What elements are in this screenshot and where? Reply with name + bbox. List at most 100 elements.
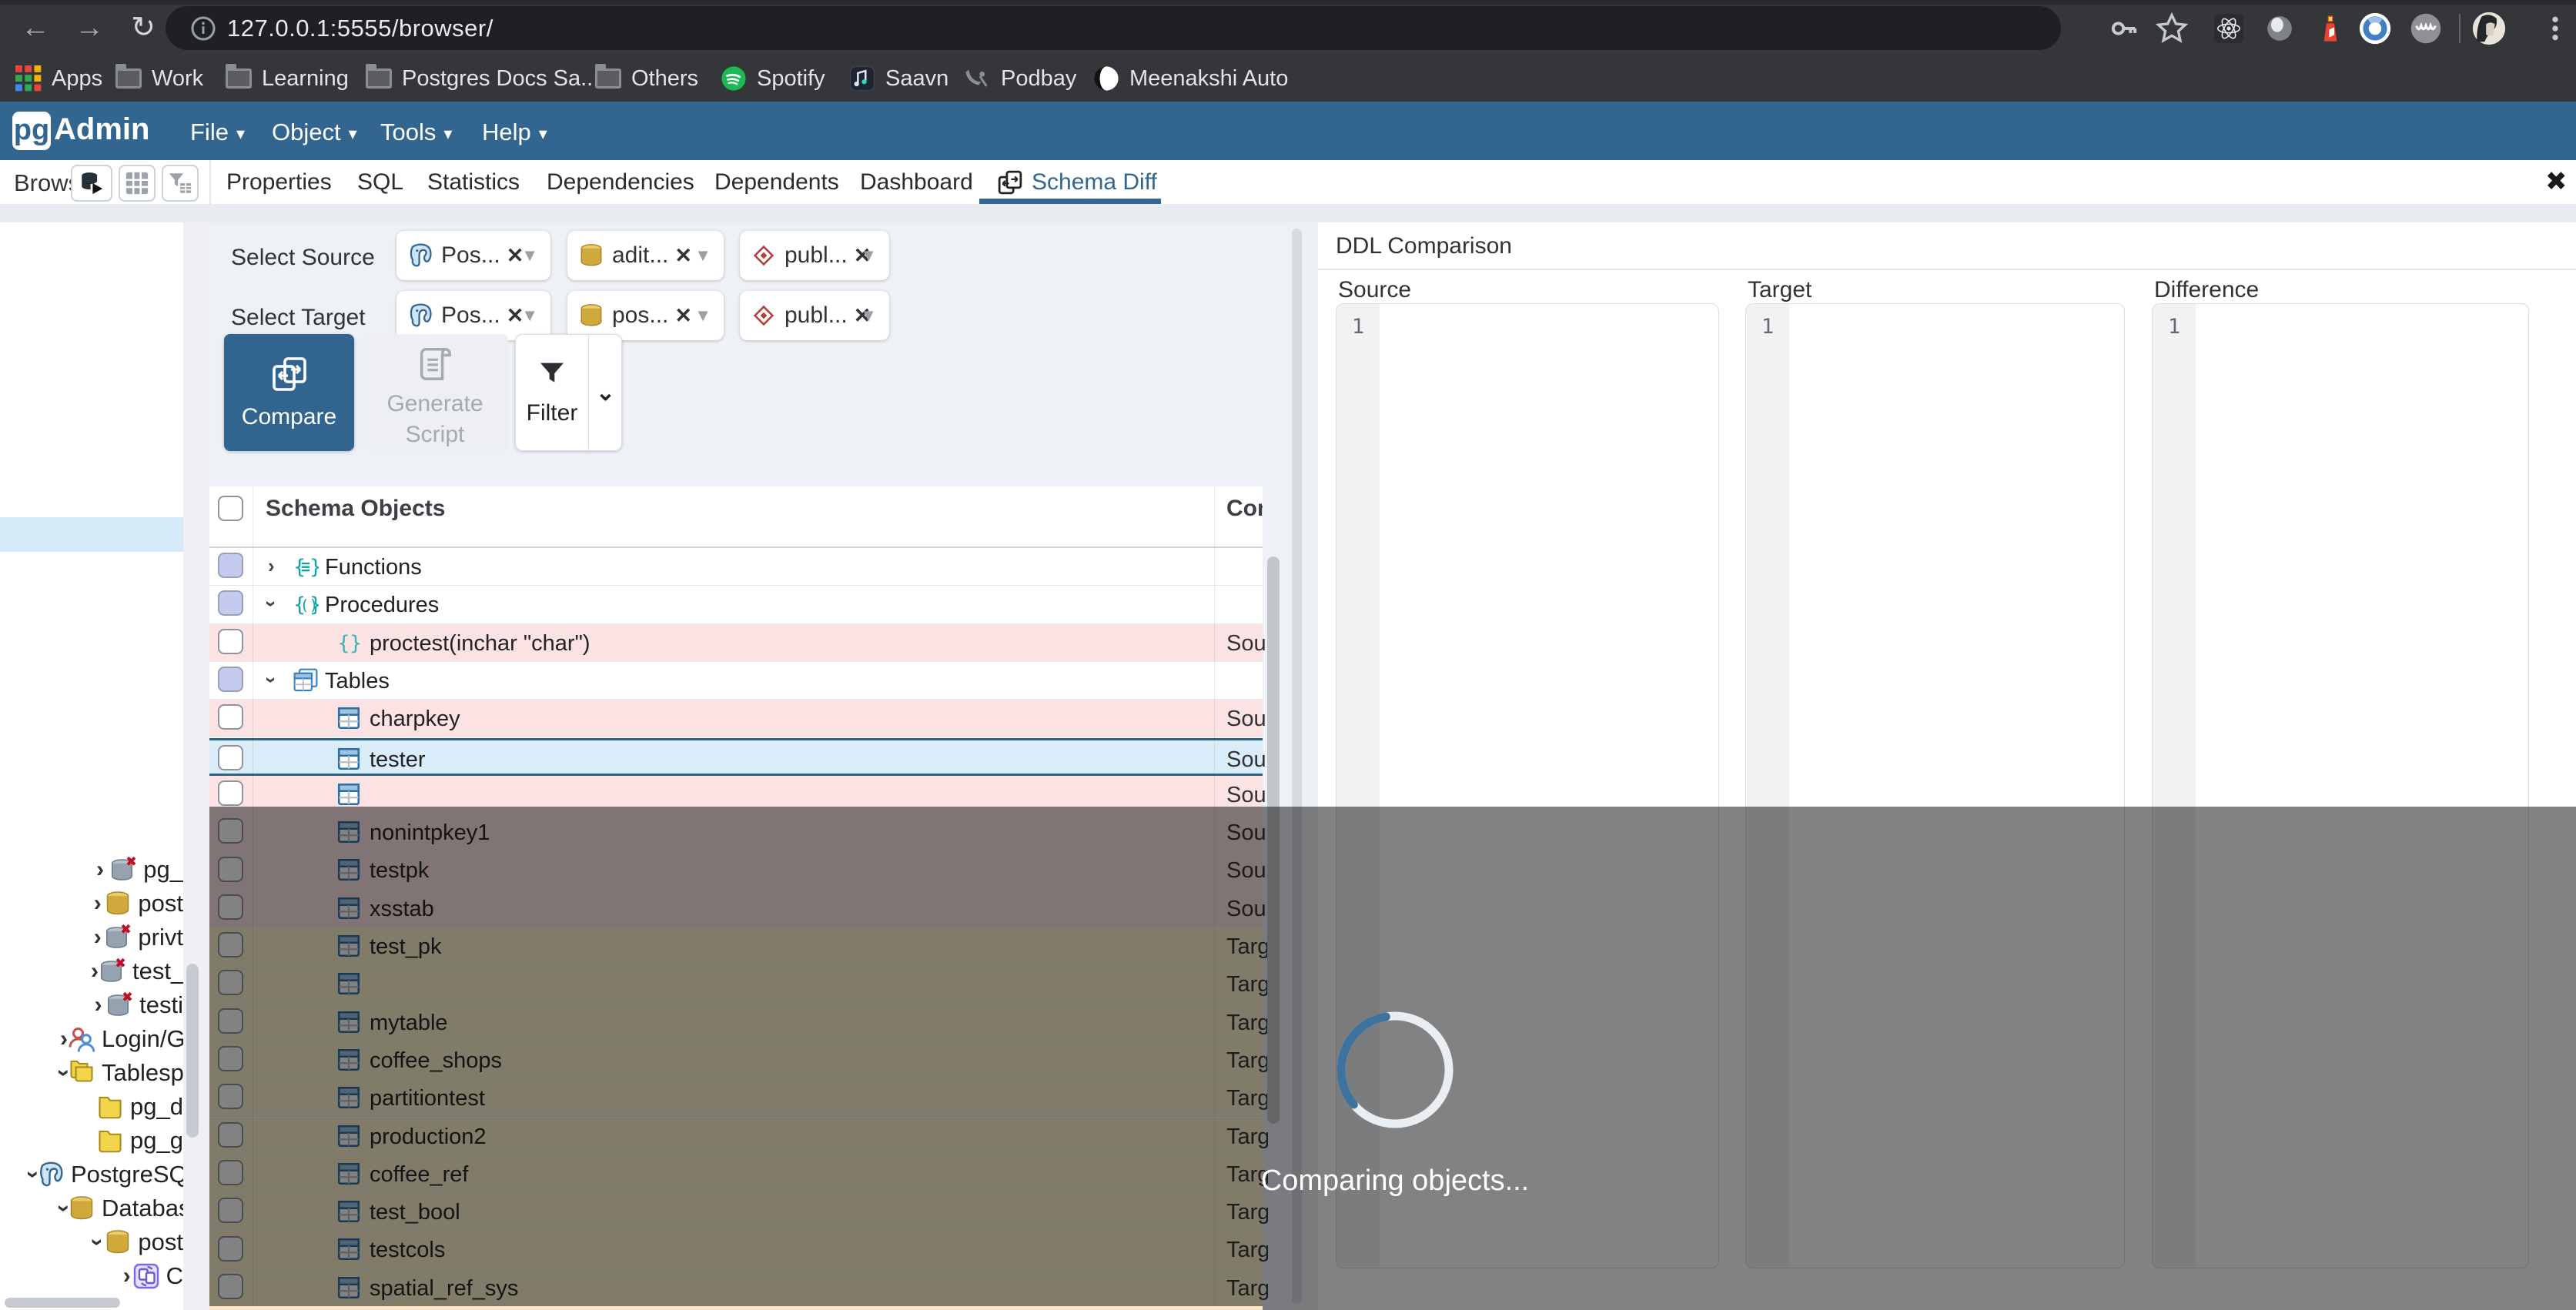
chevron-down-icon[interactable]: › <box>259 677 283 683</box>
row-checkbox[interactable] <box>218 745 243 770</box>
chevron-down-icon[interactable]: ▼ <box>694 246 711 266</box>
clear-icon[interactable]: ✕ <box>674 244 692 268</box>
bookmark-postgres-docs-sa[interactable]: Postgres Docs Sa... <box>366 62 599 95</box>
lighthouse-extension-icon[interactable] <box>2313 11 2348 46</box>
filter-button[interactable]: Filter <box>516 335 588 450</box>
chevron-down-icon[interactable]: ▼ <box>860 306 877 326</box>
tab-dependents[interactable]: Dependents <box>714 160 839 204</box>
tree-item-test[interactable]: ›test_ <box>0 954 183 988</box>
chevron-right-icon[interactable]: › <box>91 857 109 883</box>
chevron-down-icon[interactable]: ▼ <box>694 306 711 326</box>
chevron-right-icon[interactable]: › <box>91 958 99 984</box>
tab-schema-diff[interactable]: Schema Diff <box>996 160 1157 204</box>
row-checkbox[interactable] <box>218 704 243 730</box>
bookmark-meenakshi-auto[interactable]: Meenakshi Auto <box>1093 62 1288 95</box>
tree-selected-row[interactable] <box>0 517 183 552</box>
menu-dots-icon[interactable] <box>2538 11 2573 46</box>
source-select-2[interactable]: publ...✕▼ <box>740 231 889 280</box>
bookmark-work[interactable]: Work <box>115 62 203 95</box>
table-row-proctest-inchar-char[interactable]: {}proctest(inchar "char")Source Only <box>209 624 1263 662</box>
bookmark-learning[interactable]: Learning <box>226 62 349 95</box>
menu-help[interactable]: Help▾ <box>482 119 547 146</box>
filter-table-icon[interactable] <box>162 165 199 202</box>
back-icon[interactable]: ← <box>17 9 54 46</box>
target-select-2[interactable]: publ...✕▼ <box>740 291 889 340</box>
table-row-tables[interactable]: ›Tables <box>209 662 1263 700</box>
target-select-0[interactable]: Pos...✕▼ <box>396 291 550 340</box>
bookmark-saavn[interactable]: Saavn <box>849 62 948 95</box>
reload-icon[interactable]: ↻ <box>125 9 162 46</box>
react-extension-icon[interactable] <box>2211 11 2246 46</box>
table-row-tester[interactable]: testerSource Only <box>209 738 1263 776</box>
chevron-right-icon[interactable]: › <box>268 554 275 578</box>
tab-sql[interactable]: SQL <box>357 160 403 204</box>
tab-dependencies[interactable]: Dependencies <box>547 160 694 204</box>
chevron-right-icon[interactable]: › <box>91 891 104 917</box>
chevron-down-icon[interactable]: › <box>85 1235 111 1248</box>
sidebar-vertical-scrollbar[interactable] <box>186 964 199 1138</box>
bookmark-spotify[interactable]: Spotify <box>721 62 825 95</box>
close-icon[interactable]: ✖ <box>2545 166 2568 197</box>
star-icon[interactable] <box>2154 11 2190 46</box>
table-row-procedures[interactable]: ›{}()Procedures <box>209 586 1263 623</box>
generate-script-button[interactable]: Generate Script <box>362 334 508 451</box>
menu-object[interactable]: Object▾ <box>272 119 357 146</box>
tab-dashboard[interactable]: Dashboard <box>860 160 973 204</box>
tab-properties[interactable]: Properties <box>226 160 332 204</box>
chevron-right-icon[interactable]: › <box>91 924 104 951</box>
table-row-charpkey[interactable]: charpkeySource Only <box>209 700 1263 737</box>
target-select-1[interactable]: pos...✕▼ <box>567 291 724 340</box>
chevron-right-icon[interactable]: › <box>122 1263 132 1289</box>
tree-item-databas[interactable]: ›Databas <box>0 1191 183 1225</box>
bookmark-podbay[interactable]: Podbay <box>965 62 1076 95</box>
chevron-down-icon[interactable]: › <box>51 1069 77 1077</box>
table-row-functions[interactable]: ›{}Functions <box>209 548 1263 586</box>
sidebar-horizontal-scrollbar[interactable] <box>5 1298 120 1308</box>
chevron-down-icon[interactable]: ▼ <box>860 246 877 266</box>
avatar[interactable] <box>2471 11 2507 46</box>
tab-statistics[interactable]: Statistics <box>427 160 520 204</box>
tree-item-post[interactable]: ›post <box>0 887 183 921</box>
forward-icon[interactable]: → <box>71 9 108 46</box>
site-info-icon[interactable] <box>190 15 216 42</box>
source-select-0[interactable]: Pos...✕▼ <box>396 231 550 280</box>
row-checkbox[interactable] <box>218 590 243 616</box>
chevron-down-icon[interactable]: › <box>51 1205 77 1212</box>
row-checkbox[interactable] <box>218 667 243 692</box>
tree-item-login-g[interactable]: ›Login/G <box>0 1022 183 1056</box>
chevron-down-icon[interactable]: › <box>20 1171 46 1178</box>
tree-item-pg[interactable]: ›pg_ <box>0 853 183 887</box>
chevron-right-icon[interactable]: › <box>60 1026 68 1052</box>
sphere-extension-icon[interactable] <box>2262 11 2297 46</box>
compare-button[interactable]: Compare <box>224 334 354 451</box>
key-icon[interactable] <box>2106 11 2142 46</box>
bookmark-others[interactable]: Others <box>595 62 698 95</box>
select-all-checkbox[interactable] <box>218 496 243 521</box>
clear-icon[interactable]: ✕ <box>674 304 692 328</box>
tree-item-post[interactable]: ›post <box>0 1225 183 1259</box>
tree-item-pg-g[interactable]: pg_g <box>0 1124 183 1158</box>
object-explorer-icon[interactable] <box>71 165 112 202</box>
filter-dropdown-button[interactable]: ⌄ <box>588 335 622 450</box>
tree-item-c[interactable]: ›C <box>0 1259 183 1293</box>
grid-view-icon[interactable] <box>119 165 156 202</box>
tree-item-tablesp[interactable]: ›Tablesp <box>0 1056 183 1090</box>
source-select-1[interactable]: adit...✕▼ <box>567 231 724 280</box>
ring-extension-icon[interactable] <box>2357 11 2393 46</box>
row-checkbox[interactable] <box>218 780 243 806</box>
row-checkbox[interactable] <box>218 553 243 578</box>
chevron-right-icon[interactable]: › <box>91 992 105 1018</box>
tree-item-privt[interactable]: ›privt <box>0 921 183 954</box>
tree-item-testi[interactable]: ›testi <box>0 988 183 1022</box>
menu-file[interactable]: File▾ <box>190 119 245 146</box>
menu-tools[interactable]: Tools▾ <box>380 119 452 146</box>
chevron-down-icon[interactable]: ▼ <box>521 306 538 326</box>
chevron-down-icon[interactable]: › <box>259 600 283 607</box>
bookmark-apps[interactable]: Apps <box>15 62 102 95</box>
address-bar[interactable]: 127.0.0.1:5555/browser/ <box>166 6 2061 50</box>
tree-item-postgresql[interactable]: ›PostgreSQL <box>0 1158 183 1191</box>
w-extension-icon[interactable] <box>2408 11 2444 46</box>
row-checkbox[interactable] <box>218 629 243 654</box>
chevron-down-icon[interactable]: ▼ <box>521 246 538 266</box>
tree-item-pg-d[interactable]: pg_d <box>0 1090 183 1124</box>
